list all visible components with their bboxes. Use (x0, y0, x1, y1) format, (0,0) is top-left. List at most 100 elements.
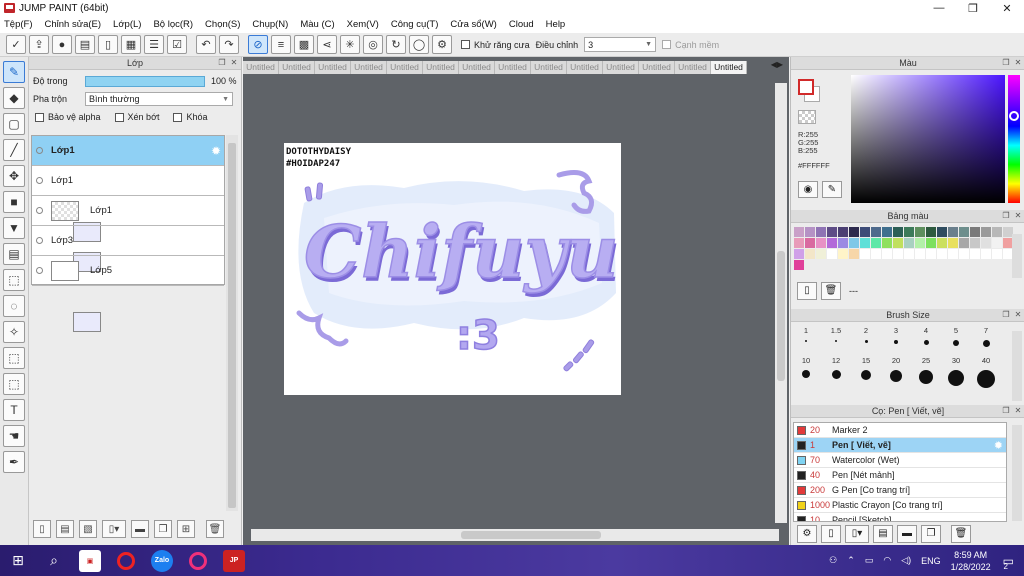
palette-swatch[interactable] (904, 238, 914, 248)
snap-parallel-icon[interactable]: ≡ (271, 35, 291, 54)
hue-knob[interactable] (1009, 111, 1019, 121)
layer-row[interactable]: Lớp1 (32, 166, 224, 272)
menu-capture[interactable]: Chụp(N) (252, 19, 288, 30)
palette-swatch[interactable] (838, 238, 848, 248)
adjust-select[interactable]: 3 ▼ (584, 37, 657, 52)
palette-swatch[interactable] (794, 249, 804, 259)
canvas-horizontal-scrollbar[interactable] (251, 529, 779, 541)
brush-settings-icon[interactable]: ⚙ (797, 525, 817, 543)
antialias-checkbox[interactable] (461, 40, 470, 49)
undock-icon[interactable]: ❐ (217, 58, 227, 68)
brush-size-option[interactable]: 1 (791, 326, 821, 356)
opera-browser-icon[interactable] (108, 545, 144, 576)
palette-swatch[interactable] (882, 238, 892, 248)
palette-swatch[interactable] (915, 238, 925, 248)
move-tool-icon[interactable]: ✥ (3, 165, 25, 187)
notification-icon[interactable]: ▭ 2 (1003, 554, 1014, 571)
delete-layer-icon[interactable]: 🗑 (206, 520, 224, 538)
opacity-slider[interactable] (85, 75, 205, 87)
add-brush-menu-icon[interactable]: ▯▾ (845, 525, 869, 543)
palette-swatch[interactable] (871, 249, 881, 259)
layer-row[interactable]: Lớp5 (32, 256, 224, 286)
menu-edit[interactable]: Chỉnh sửa(E) (45, 19, 102, 30)
color-wheel-icon[interactable]: ◉ (798, 181, 818, 198)
palette-swatch[interactable] (838, 227, 848, 237)
menu-color[interactable]: Màu (C) (300, 19, 334, 30)
magic-wand-tool-icon[interactable]: ✧ (3, 321, 25, 343)
select-eraser-tool-icon[interactable]: ⬚ (3, 373, 25, 395)
palette-swatch[interactable] (970, 227, 980, 237)
wifi-icon[interactable]: ◠ (883, 555, 891, 566)
new-tone-layer-icon[interactable]: ▤ (56, 520, 74, 538)
document-tab[interactable]: Untitled (351, 61, 387, 74)
palette-swatch[interactable] (805, 238, 815, 248)
opera-gx-icon[interactable] (180, 545, 216, 576)
foreground-color-swatch[interactable] (798, 79, 814, 95)
palette-scrollbar[interactable] (1012, 234, 1022, 278)
undo-icon[interactable]: ↶ (196, 35, 216, 54)
brush-list-item[interactable]: 10 Pencil [Sketch] (794, 513, 1006, 521)
palette-swatch[interactable] (937, 227, 947, 237)
antialias-toggle[interactable]: Khử răng cưa (461, 40, 530, 50)
layer-row[interactable]: Lớp1 ✹ (32, 136, 224, 242)
palette-swatch[interactable] (805, 249, 815, 259)
undock-icon[interactable]: ❐ (1001, 58, 1011, 68)
brush-folder-icon[interactable]: ▬ (897, 525, 917, 543)
panel-close-icon[interactable]: ✕ (1013, 406, 1023, 416)
menu-select[interactable]: Chọn(S) (205, 19, 240, 30)
palette-swatch[interactable] (981, 227, 991, 237)
panel-close-icon[interactable]: ✕ (1013, 58, 1023, 68)
snap-curve-icon[interactable]: ↻ (386, 35, 406, 54)
panel-close-icon[interactable]: ✕ (229, 58, 239, 68)
brush-size-option[interactable]: 2 (851, 326, 881, 356)
pen-tool-icon[interactable]: ✎ (3, 61, 25, 83)
panel-close-icon[interactable]: ✕ (1013, 211, 1023, 221)
brush-list-scrollbar[interactable] (1012, 425, 1022, 521)
palette-swatch[interactable] (827, 249, 837, 259)
document-tab[interactable]: Untitled (423, 61, 459, 74)
snap-vanish-icon[interactable]: ⋖ (317, 35, 337, 54)
new-folder-icon[interactable]: ▬ (131, 520, 149, 538)
brush-size-option[interactable]: 3 (881, 326, 911, 356)
palette-swatch[interactable] (882, 227, 892, 237)
brush-list-item[interactable]: 40 Pen [Nét mảnh] (794, 468, 1006, 483)
palette-swatch[interactable] (860, 238, 870, 248)
palette-swatch[interactable] (816, 238, 826, 248)
palette-swatch[interactable] (860, 227, 870, 237)
snap-ellipse-icon[interactable]: ◯ (409, 35, 429, 54)
palette-swatch[interactable] (992, 249, 1002, 259)
palette-swatch[interactable] (992, 227, 1002, 237)
lock-toggle[interactable]: Khóa (173, 112, 208, 122)
palette-swatch[interactable] (794, 227, 804, 237)
palette-swatch[interactable] (904, 227, 914, 237)
palette-swatch[interactable] (992, 238, 1002, 248)
menu-window[interactable]: Cửa sổ(W) (450, 19, 496, 30)
visibility-icon[interactable] (36, 237, 43, 244)
palette-swatch[interactable] (827, 238, 837, 248)
palette-swatch[interactable] (926, 238, 936, 248)
visibility-icon[interactable] (36, 267, 43, 274)
speech-bubble-icon[interactable]: ● (52, 35, 72, 54)
menu-help[interactable]: Help (546, 19, 566, 30)
document-tab[interactable]: Untitled (387, 61, 423, 74)
text-box-icon[interactable]: ▤ (75, 35, 95, 54)
network-icon[interactable]: ▭ (865, 555, 874, 566)
panel-close-icon[interactable]: ✕ (1013, 310, 1023, 320)
undock-icon[interactable]: ❐ (1001, 310, 1011, 320)
palette-swatch[interactable] (904, 249, 914, 259)
palette-swatch[interactable] (805, 227, 815, 237)
palette-swatch[interactable] (893, 238, 903, 248)
snap-circle-icon[interactable]: ◎ (363, 35, 383, 54)
new-layer-icon[interactable]: ▯ (33, 520, 51, 538)
protect-alpha-checkbox[interactable] (35, 112, 44, 122)
document-tab[interactable]: Untitled (315, 61, 351, 74)
brush-size-option[interactable]: 4 (911, 326, 941, 356)
palette-swatch[interactable] (959, 238, 969, 248)
brush-list-item[interactable]: 20 Marker 2 (794, 423, 1006, 438)
new-palette-icon[interactable]: ▯ (797, 282, 817, 300)
palette-swatch[interactable] (893, 227, 903, 237)
search-icon[interactable]: ⌕ (36, 545, 72, 576)
palette-swatch[interactable] (838, 249, 848, 259)
delete-palette-icon[interactable]: 🗑 (821, 282, 841, 300)
palette-swatch[interactable] (849, 249, 859, 259)
